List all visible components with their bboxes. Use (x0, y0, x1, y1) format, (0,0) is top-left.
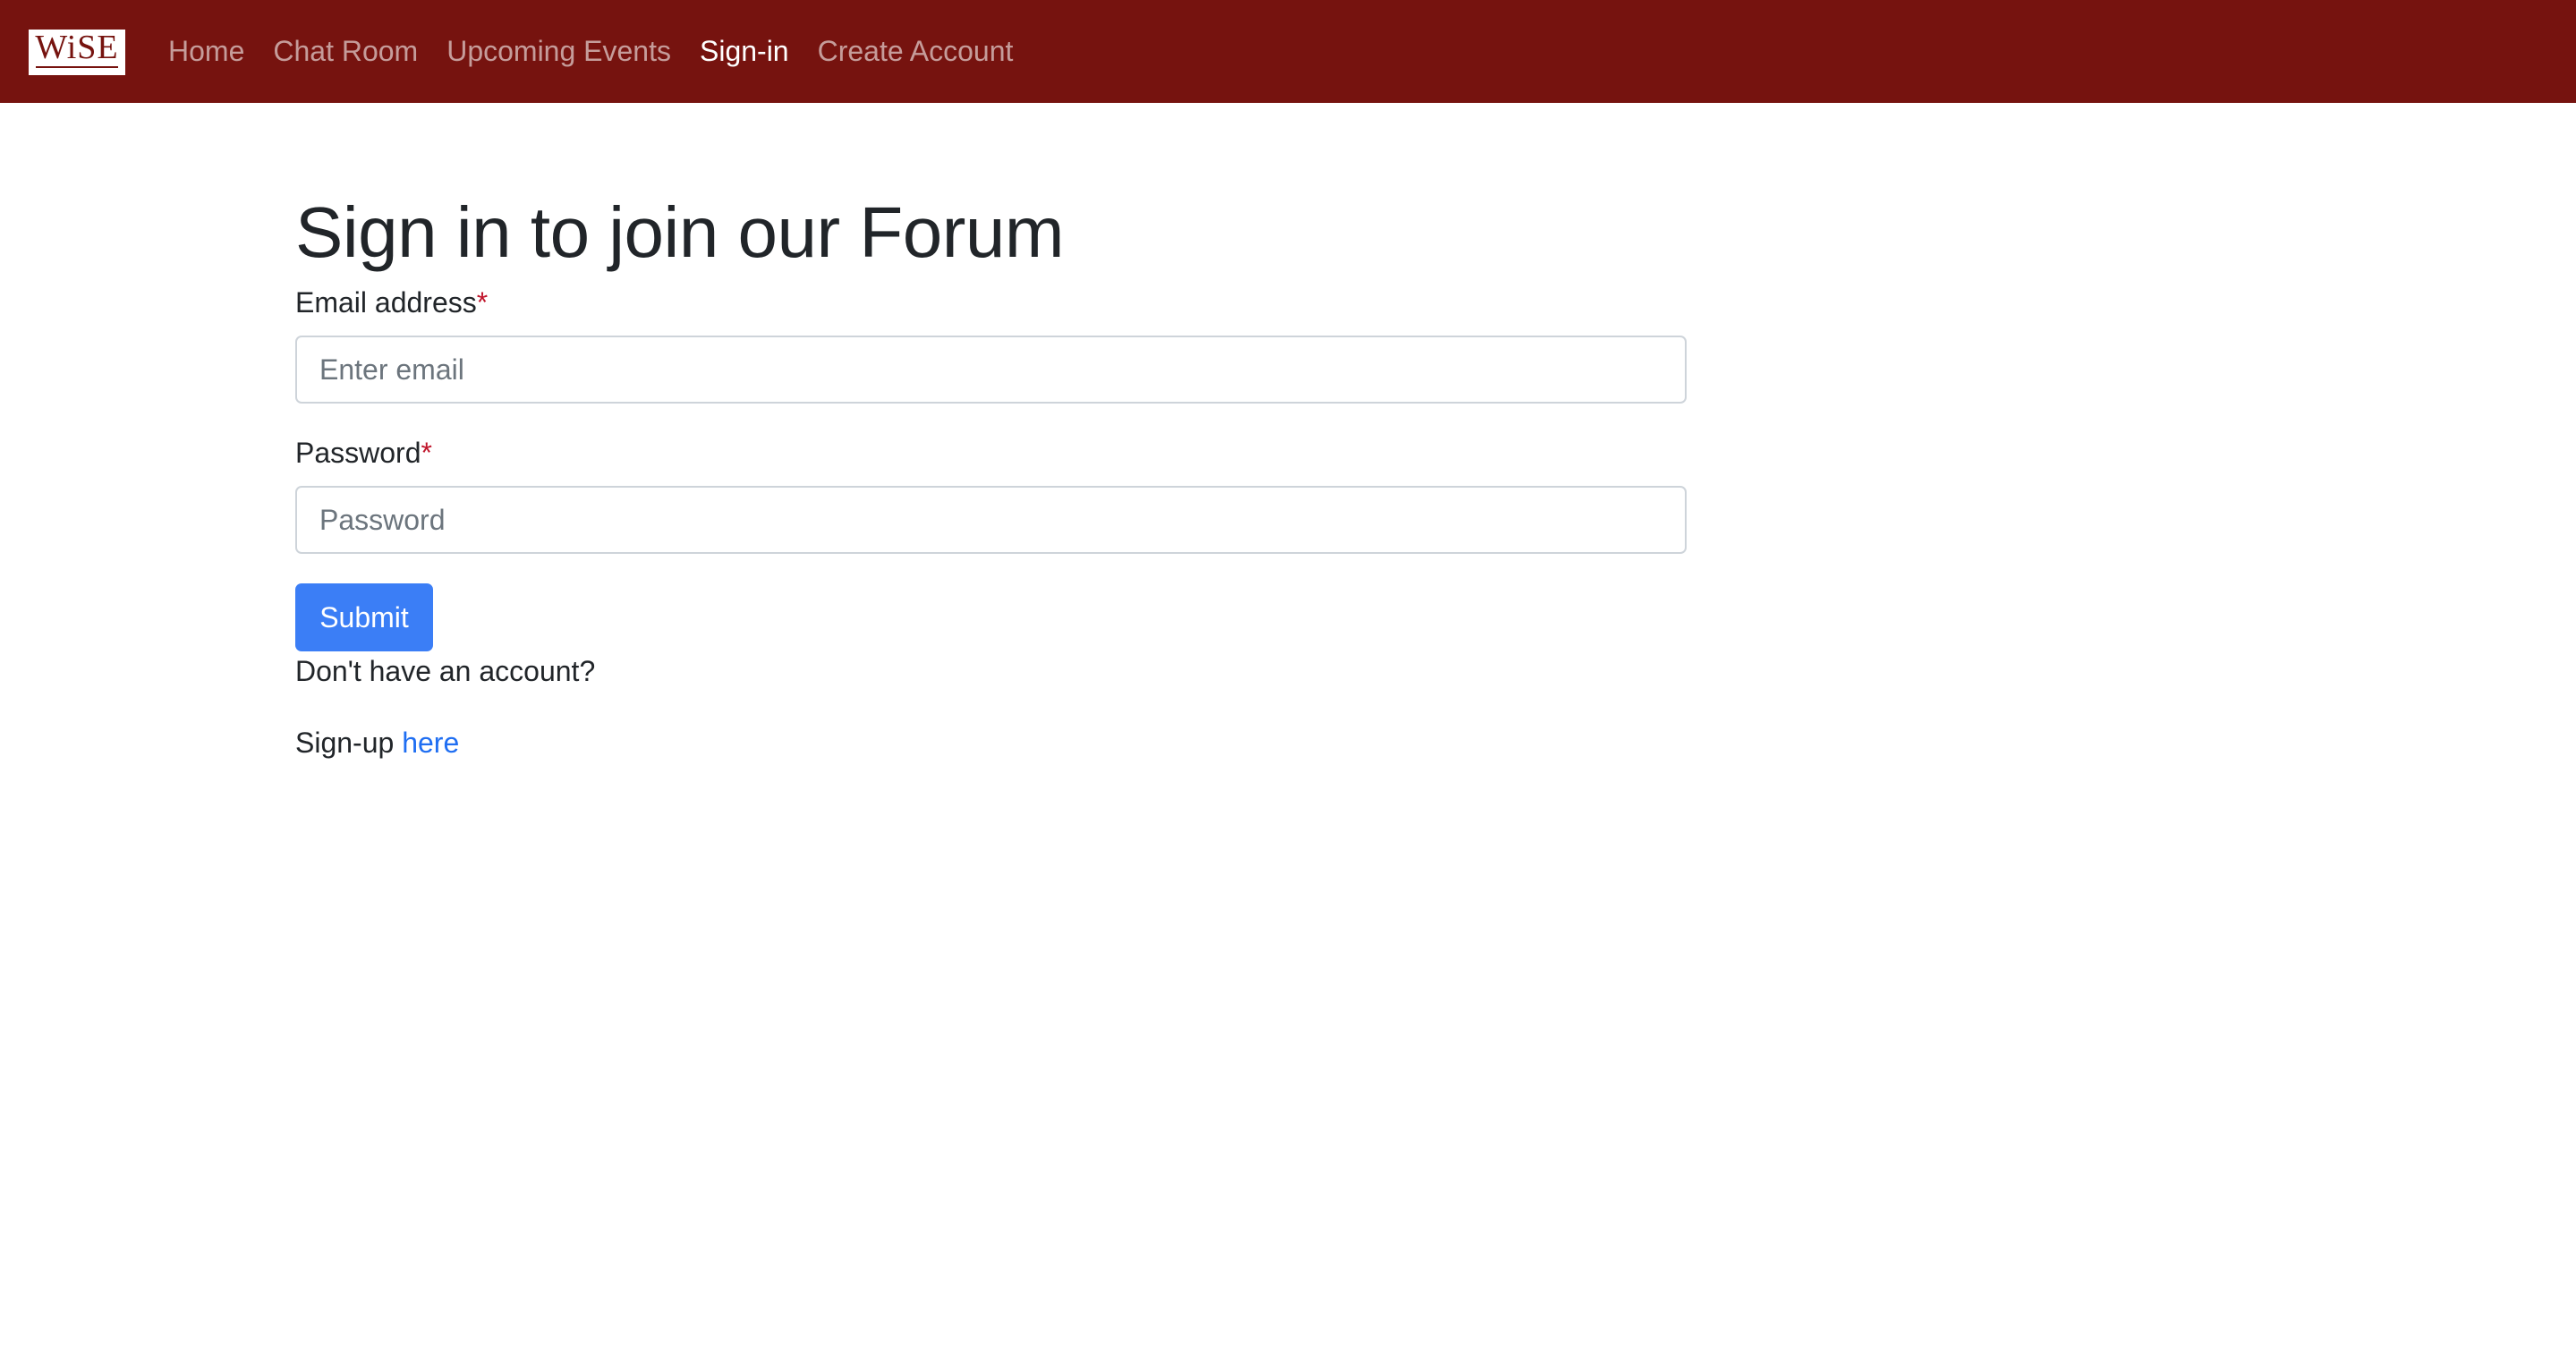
no-account-text: Don't have an account? (295, 655, 596, 687)
password-input[interactable] (295, 486, 1687, 554)
sign-in-form-section: Sign in to join our Forum Email address*… (295, 188, 1687, 761)
nav-menu: Home Chat Room Upcoming Events Sign-in C… (168, 0, 1041, 103)
email-label-text: Email address (295, 286, 477, 319)
page-title: Sign in to join our Forum (295, 192, 1065, 272)
nav-item-sign-in[interactable]: Sign-in (700, 35, 789, 67)
nav-item-chat-room[interactable]: Chat Room (273, 35, 418, 67)
email-label: Email address* (295, 285, 1687, 320)
nav-item-create-account[interactable]: Create Account (818, 35, 1014, 67)
nav-item-home[interactable]: Home (168, 35, 244, 67)
logo-underline (36, 66, 118, 68)
signup-line: Sign-up here (295, 725, 1687, 761)
password-label-text: Password (295, 437, 421, 469)
logo-text: WiSE (35, 29, 119, 66)
email-input[interactable] (295, 336, 1687, 404)
signup-link[interactable]: here (402, 727, 459, 759)
wise-logo[interactable]: WiSE (29, 30, 125, 75)
email-required-mark: * (476, 286, 489, 319)
password-label: Password* (295, 435, 1687, 471)
submit-button[interactable]: Submit (295, 583, 433, 651)
nav-item-upcoming-events[interactable]: Upcoming Events (446, 35, 671, 67)
top-navbar: WiSE Home Chat Room Upcoming Events Sign… (0, 0, 2576, 103)
password-required-mark: * (421, 437, 432, 469)
sign-in-form: Email address* Password* Submit (295, 285, 1687, 651)
signup-prefix: Sign-up (295, 727, 395, 759)
